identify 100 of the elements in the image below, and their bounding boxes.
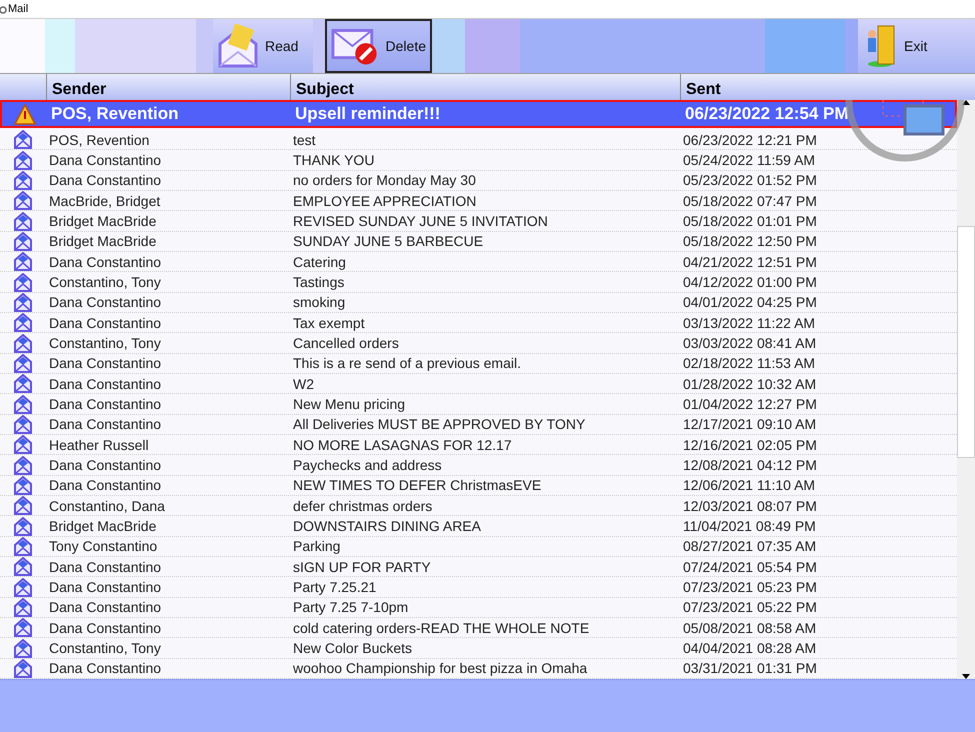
- sender-text: POS, Revention: [50, 104, 180, 124]
- message-row[interactable]: Dana Constantino Party 7.25 7-10pm 07/23/2021 05:22 PM: [0, 598, 957, 618]
- envelope-icon: [13, 130, 33, 150]
- message-row[interactable]: Dana Constantino THANK YOU 05/24/2022 11:59 AM: [0, 150, 957, 171]
- sent-text: 03/31/2021 01:31 PM: [682, 660, 818, 676]
- sender-text: Dana Constantino: [48, 294, 162, 310]
- sender-text: Dana Constantino: [48, 172, 162, 188]
- sent-text: 06/23/2022 12:21 PM: [682, 132, 818, 148]
- sent-text: 05/24/2022 11:59 AM: [682, 152, 816, 168]
- message-row[interactable]: Dana Constantino smoking 04/01/2022 04:25 PM: [0, 292, 957, 314]
- envelope-icon: [13, 292, 33, 312]
- subject-text: sIGN UP FOR PARTY: [292, 558, 432, 575]
- sent-text: 12/08/2021 04:12 PM: [682, 457, 818, 474]
- message-row[interactable]: POS, Revention test 06/23/2022 12:21 PM: [0, 130, 957, 150]
- sender-text: Constantino, Dana: [48, 498, 166, 514]
- envelope-icon: [13, 232, 33, 251]
- sender-text: Bridget MacBride: [48, 233, 158, 250]
- sent-text: 04/12/2022 01:00 PM: [682, 274, 818, 290]
- subject-text: Tastings: [292, 274, 346, 290]
- sent-text: 12/06/2021 11:10 AM: [682, 477, 816, 494]
- sender-text: Constantino, Tony: [48, 274, 162, 290]
- read-button[interactable]: Read: [213, 19, 313, 73]
- subject-text: REVISED SUNDAY JUNE 5 INVITATION: [292, 213, 549, 230]
- subject-text: Party 7.25.21: [292, 579, 378, 596]
- sender-text: Dana Constantino: [48, 620, 162, 636]
- envelope-icon: [13, 456, 33, 475]
- subject-text: W2: [292, 376, 315, 392]
- message-row[interactable]: Dana Constantino Paychecks and address 12/08/2021 04:12 PM: [0, 455, 957, 476]
- sender-text: Dana Constantino: [48, 376, 162, 392]
- window-title: Mail: [8, 3, 28, 15]
- envelope-icon: [13, 354, 33, 373]
- subject-text: Cancelled orders: [292, 335, 400, 352]
- sender-text: Dana Constantino: [48, 152, 162, 168]
- sent-text: 04/21/2022 12:51 PM: [682, 254, 818, 270]
- message-row[interactable]: Bridget MacBride DOWNSTAIRS DINING AREA 11/04/2021 08:49 PM: [0, 516, 957, 537]
- sent-text: 07/23/2021 05:22 PM: [682, 599, 818, 616]
- message-row[interactable]: Dana Constantino sIGN UP FOR PARTY 07/24/2021 05:54 PM: [0, 557, 957, 578]
- envelope-icon: [13, 496, 33, 516]
- message-row[interactable]: Heather Russell NO MORE LASAGNAS FOR 12.17 12/16/2021 02:05 PM: [0, 435, 957, 456]
- warning-icon: [14, 104, 36, 125]
- message-row[interactable]: Constantino, Tony Cancelled orders 03/03/2022 08:41 AM: [0, 333, 957, 354]
- sender-text: POS, Revention: [48, 132, 150, 148]
- subject-text: This is a re send of a previous email.: [292, 355, 522, 372]
- scrollbar[interactable]: [957, 100, 975, 679]
- subject-text: THANK YOU: [292, 152, 376, 168]
- envelope-icon: [13, 578, 33, 597]
- message-row[interactable]: Constantino, Tony New Color Buckets 04/04/2021 08:28 AM: [0, 638, 957, 659]
- subject-text: New Color Buckets: [292, 640, 414, 656]
- sender-text: Dana Constantino: [48, 396, 162, 412]
- envelope-icon: [13, 313, 33, 332]
- sender-text: MacBride, Bridget: [48, 192, 162, 209]
- sender-text: Dana Constantino: [48, 660, 162, 676]
- message-row[interactable]: Dana Constantino W2 01/28/2022 10:32 AM: [0, 374, 957, 394]
- sent-text: 01/04/2022 12:27 PM: [682, 396, 818, 412]
- sent-text: 12/17/2021 09:10 AM: [682, 416, 818, 432]
- envelope-icon: [13, 414, 33, 434]
- subject-text: Party 7.25 7-10pm: [292, 599, 410, 616]
- message-row[interactable]: Bridget MacBride REVISED SUNDAY JUNE 5 INVITATION 05/18/2022 01:01 PM: [0, 211, 957, 232]
- message-row[interactable]: Dana Constantino NEW TIMES TO DEFER ChristmasEVE 12/06/2021 11:10 AM: [0, 476, 957, 496]
- subject-text: test: [292, 132, 317, 148]
- sent-text: 04/04/2021 08:28 AM: [682, 640, 818, 656]
- message-row[interactable]: Tony Constantino Parking 08/27/2021 07:35 AM: [0, 536, 957, 558]
- sender-text: Dana Constantino: [48, 254, 162, 270]
- message-row[interactable]: Bridget MacBride SUNDAY JUNE 5 BARBECUE 05/18/2022 12:50 PM: [0, 232, 957, 252]
- envelope-icon: [13, 618, 33, 638]
- message-row[interactable]: Constantino, Tony Tastings 04/12/2022 01:00 PM: [0, 272, 957, 293]
- open-envelope-icon: [217, 24, 259, 68]
- sender-text: Dana Constantino: [48, 314, 162, 331]
- message-row[interactable]: Dana Constantino Tax exempt 03/13/2022 11:22 AM: [0, 313, 957, 334]
- message-row[interactable]: Dana Constantino cold catering orders-READ THE WHOLE NOTE 05/08/2021 08:58 AM: [0, 618, 957, 638]
- message-row[interactable]: Dana Constantino no orders for Monday May 30 05/23/2022 01:52 PM: [0, 170, 957, 192]
- envelope-icon: [13, 374, 33, 394]
- sender-text: Bridget MacBride: [48, 518, 158, 534]
- sent-text: 05/18/2022 07:47 PM: [682, 192, 818, 209]
- message-row[interactable]: Dana Constantino This is a re send of a previous email. 02/18/2022 11:53 AM: [0, 354, 957, 374]
- message-row[interactable]: Dana Constantino Catering 04/21/2022 12:51 PM: [0, 252, 957, 272]
- sender-text: Dana Constantino: [48, 457, 162, 474]
- subject-text: Upsell reminder!!!: [294, 104, 442, 124]
- subject-text: NEW TIMES TO DEFER ChristmasEVE: [292, 477, 542, 494]
- subject-text: All Deliveries MUST BE APPROVED BY TONY: [292, 416, 586, 432]
- sender-text: Dana Constantino: [48, 355, 162, 372]
- message-row[interactable]: Dana Constantino All Deliveries MUST BE APPROVED BY TONY 12/17/2021 09:10 AM: [0, 414, 957, 436]
- sent-text: 04/01/2022 04:25 PM: [682, 294, 818, 310]
- sent-text: 08/27/2021 07:35 AM: [682, 538, 818, 554]
- subject-text: DOWNSTAIRS DINING AREA: [292, 518, 482, 534]
- message-row[interactable]: Dana Constantino New Menu pricing 01/04/2022 12:27 PM: [0, 394, 957, 415]
- sender-text: Dana Constantino: [48, 599, 162, 616]
- exit-button[interactable]: Exit: [858, 19, 975, 73]
- subject-text: New Menu pricing: [292, 396, 406, 412]
- sent-text: 05/08/2021 08:58 AM: [682, 620, 818, 636]
- envelope-icon: [13, 212, 33, 231]
- envelope-icon: [13, 170, 33, 190]
- message-row[interactable]: Dana Constantino Party 7.25.21 07/23/2021 05:23 PM: [0, 577, 957, 598]
- message-row[interactable]: MacBride, Bridget EMPLOYEE APPRECIATION 05/18/2022 07:47 PM: [0, 191, 957, 212]
- delete-button[interactable]: Delete: [325, 19, 432, 73]
- sent-text: 02/18/2022 11:53 AM: [682, 355, 816, 372]
- subject-text: Catering: [292, 254, 347, 270]
- message-row[interactable]: POS, Revention Upsell reminder!!! 06/23/2022 12:54 PM: [0, 100, 957, 128]
- subject-text: cold catering orders-READ THE WHOLE NOTE: [292, 620, 590, 636]
- message-row[interactable]: Constantino, Dana defer christmas orders 12/03/2021 08:07 PM: [0, 496, 957, 516]
